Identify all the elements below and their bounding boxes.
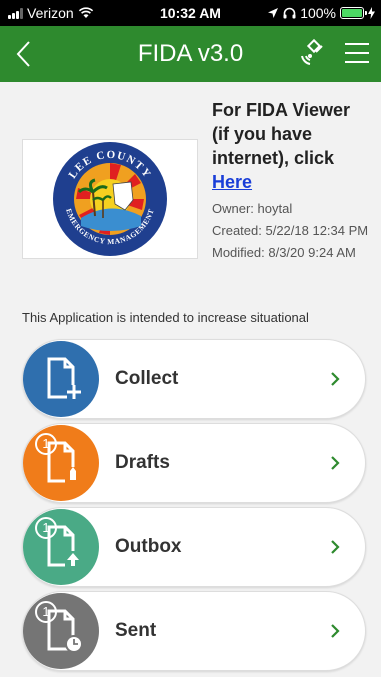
viewer-prompt: For FIDA Viewer (if you have internet), … (212, 100, 351, 168)
outbox-label: Outbox (115, 536, 182, 557)
app-logo: LEE COUNTY EMERGENCY MANAGEMENT (22, 139, 198, 259)
satellite-icon[interactable] (296, 38, 328, 70)
chevron-right-icon (331, 624, 340, 638)
location-arrow-icon (268, 8, 279, 18)
sent-badge: 1 (35, 601, 57, 623)
outbox-badge: 1 (35, 517, 57, 539)
owner-text: Owner: hoytal (212, 201, 293, 216)
new-document-icon (47, 357, 81, 399)
chevron-right-icon (331, 540, 340, 554)
charging-bolt-icon (368, 7, 375, 19)
outbox-document-icon (47, 525, 81, 567)
drafts-badge: 1 (35, 433, 57, 455)
modified-text: Modified: 8/3/20 9:24 AM (212, 245, 356, 260)
app-content: LEE COUNTY EMERGENCY MANAGEMENT For FIDA… (0, 82, 381, 672)
nav-bar: FIDA v3.0 (0, 26, 381, 82)
sent-button[interactable]: 1 Sent (22, 591, 366, 671)
battery-percent: 100% (300, 5, 336, 21)
sent-label: Sent (115, 620, 157, 641)
chevron-right-icon (331, 456, 340, 470)
app-info: For FIDA Viewer (if you have internet), … (212, 98, 372, 262)
draft-document-icon (47, 441, 81, 483)
chevron-right-icon (331, 372, 340, 386)
battery-icon (340, 7, 367, 19)
collect-label: Collect (115, 368, 179, 389)
drafts-button[interactable]: 1 Drafts (22, 423, 366, 503)
outbox-button[interactable]: 1 Outbox (22, 507, 366, 587)
sent-document-icon (47, 609, 83, 653)
status-right: 100% (267, 5, 375, 21)
hamburger-menu-icon[interactable] (344, 42, 370, 64)
headphones-icon (283, 7, 296, 19)
outbox-icon-circle: 1 (23, 509, 99, 585)
viewer-link[interactable]: Here (212, 170, 372, 194)
status-bar: Verizon 10:32 AM 100% (0, 0, 381, 26)
collect-button[interactable]: Collect (22, 339, 366, 419)
collect-icon-circle (23, 341, 99, 417)
drafts-label: Drafts (115, 452, 170, 473)
lee-county-seal-icon: LEE COUNTY EMERGENCY MANAGEMENT (53, 142, 167, 256)
app-description: This Application is intended to increase… (22, 310, 309, 325)
drafts-icon-circle: 1 (23, 425, 99, 501)
sent-icon-circle: 1 (23, 593, 99, 669)
created-text: Created: 5/22/18 12:34 PM (212, 223, 369, 238)
